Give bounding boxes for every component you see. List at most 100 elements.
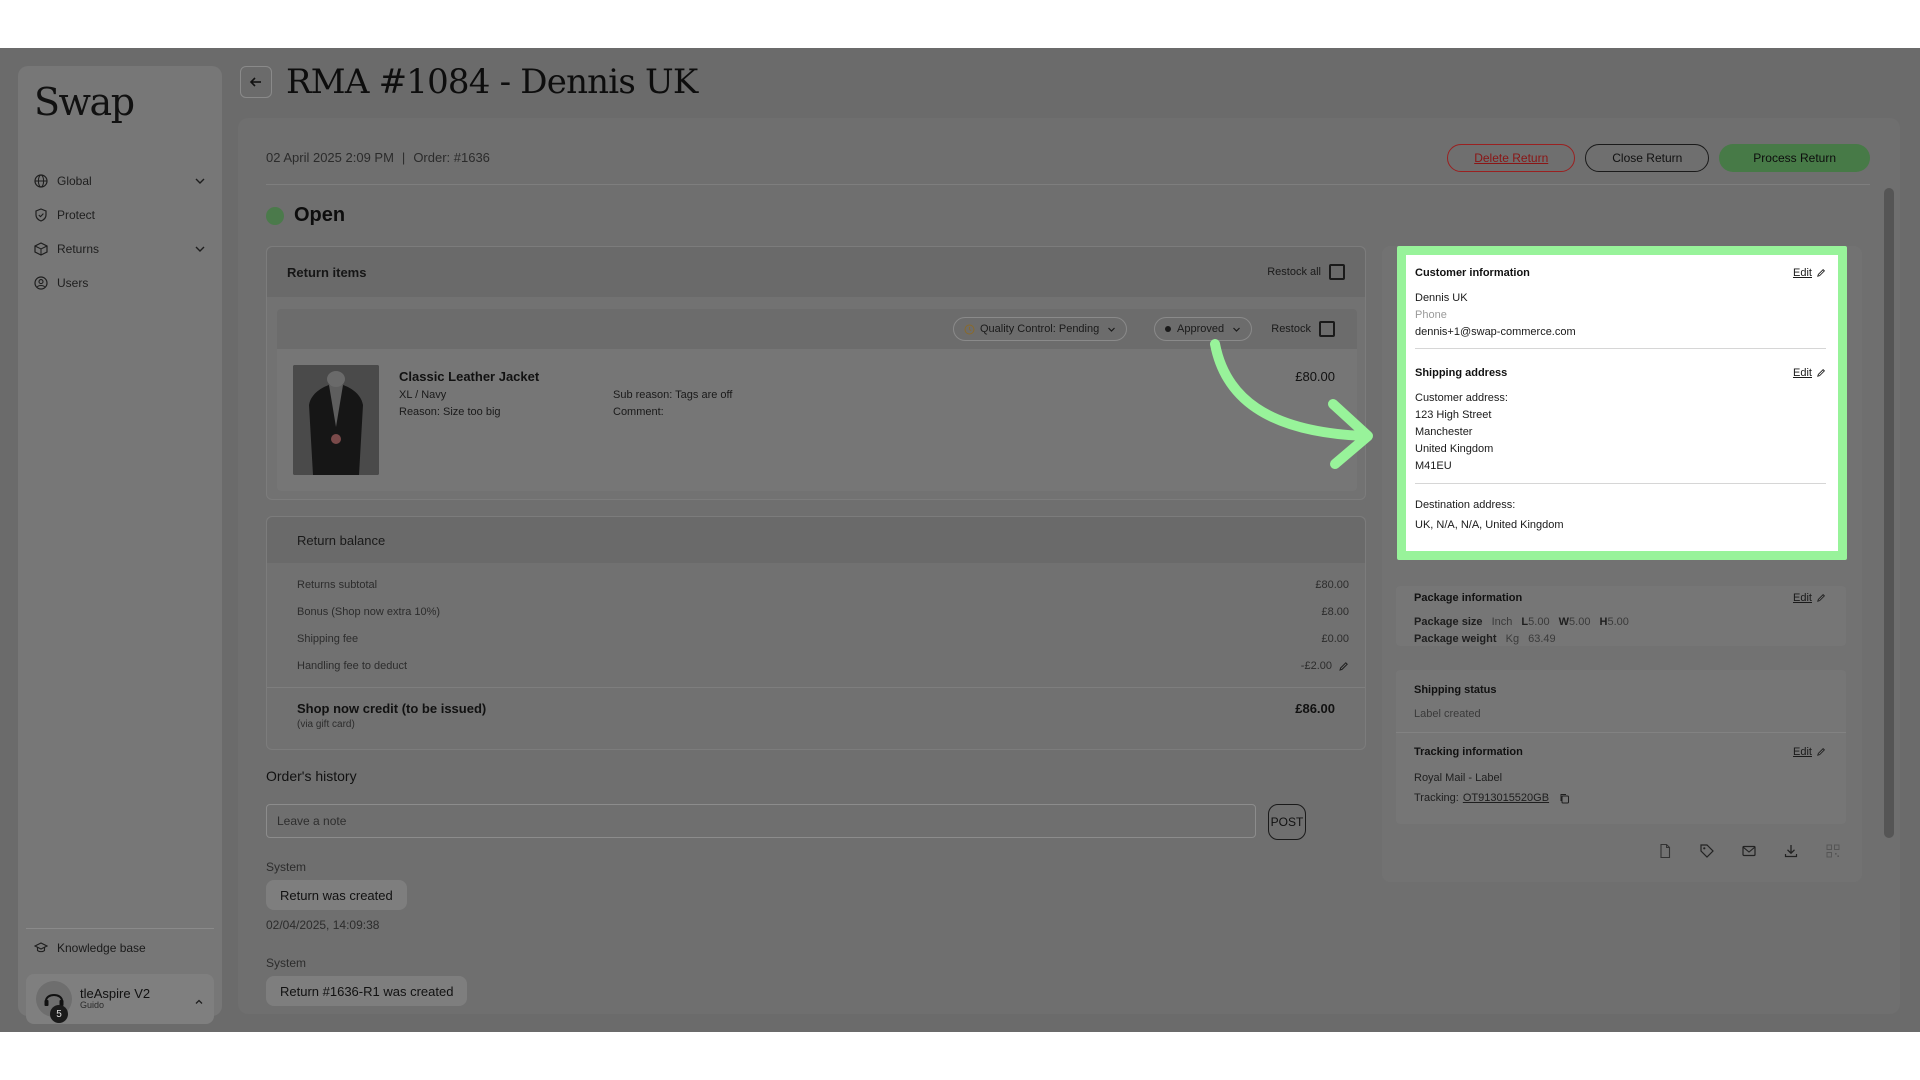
credit-total-sub: (via gift card) — [297, 719, 355, 730]
shipping-status-title: Shipping status — [1414, 684, 1497, 696]
edit-label: Edit — [1793, 746, 1812, 758]
copy-icon[interactable] — [1559, 793, 1570, 804]
pencil-icon — [1816, 268, 1826, 278]
edit-label: Edit — [1793, 592, 1812, 604]
document-toolbar — [1654, 840, 1844, 862]
scrollbar[interactable] — [1884, 188, 1894, 838]
product-variant: XL / Navy — [399, 389, 447, 401]
package-size-label: Package size — [1414, 616, 1483, 628]
status-indicator: Open — [266, 204, 345, 227]
customer-address-label: Customer address: — [1415, 392, 1508, 404]
document-icon[interactable] — [1654, 840, 1676, 862]
sidebar-item-protect[interactable]: Protect — [28, 198, 212, 232]
clock-icon — [964, 324, 975, 335]
credit-total-label: Shop now credit (to be issued) — [297, 701, 487, 716]
globe-icon — [34, 174, 48, 188]
sidebar-item-label: Users — [57, 276, 89, 290]
sidebar-item-global[interactable]: Global — [28, 164, 212, 198]
edit-package-button[interactable]: Edit — [1793, 592, 1826, 604]
customer-email[interactable]: dennis+1@swap-commerce.com — [1415, 326, 1576, 338]
customer-info-title: Customer information — [1415, 267, 1530, 279]
chevron-down-icon — [194, 243, 206, 255]
divider — [1415, 348, 1826, 349]
package-length: 5.00 — [1528, 616, 1550, 628]
customer-shipping-highlight: Customer information Edit Dennis UK Phon… — [1397, 246, 1847, 560]
pencil-icon — [1816, 747, 1826, 757]
address-line: United Kingdom — [1415, 443, 1494, 455]
shipping-status-card: Shipping status Label created Tracking i… — [1396, 670, 1846, 824]
history-author: System — [266, 956, 307, 970]
history-author: System — [266, 860, 307, 874]
brand-logo[interactable]: Swap — [34, 80, 135, 124]
user-circle-icon — [34, 276, 48, 290]
note-input[interactable]: Leave a note — [266, 804, 1256, 838]
action-bar: Delete Return Close Return Process Retur… — [1447, 144, 1870, 172]
delete-return-button[interactable]: Delete Return — [1447, 144, 1576, 172]
package-weight-label: Package weight — [1414, 633, 1497, 645]
shipping-address-title: Shipping address — [1415, 367, 1508, 379]
balance-row: Handling fee to deduct -£2.00 — [297, 656, 1349, 676]
edit-tracking-button[interactable]: Edit — [1793, 746, 1826, 758]
qr-code-icon[interactable] — [1822, 840, 1844, 862]
order-number[interactable]: Order: #1636 — [413, 150, 490, 165]
download-icon[interactable] — [1780, 840, 1802, 862]
edit-shipping-button[interactable]: Edit — [1793, 367, 1826, 379]
customer-phone: Phone — [1415, 309, 1447, 321]
balance-label: Returns subtotal — [297, 579, 378, 591]
package-info-card: Package information Edit Package size In… — [1396, 586, 1846, 646]
tag-icon[interactable] — [1696, 840, 1718, 862]
sidebar-item-users[interactable]: Users — [28, 266, 212, 300]
sidebar: Swap Global Protect Returns Users Knowle… — [18, 66, 222, 1024]
sidebar-item-returns[interactable]: Returns — [28, 232, 212, 266]
mail-icon[interactable] — [1738, 840, 1760, 862]
close-return-button[interactable]: Close Return — [1585, 144, 1710, 172]
balance-label: Bonus (Shop now extra 10%) — [297, 606, 441, 618]
balance-value: -£2.00 — [1300, 660, 1332, 672]
account-user: Guido — [80, 1000, 105, 1011]
back-button[interactable] — [240, 66, 272, 98]
address-line: Manchester — [1415, 426, 1473, 438]
package-size-unit: Inch — [1491, 616, 1513, 628]
restock-all-checkbox[interactable] — [1329, 264, 1345, 280]
destination-address: UK, N/A, N/A, United Kingdom — [1415, 519, 1564, 531]
restock-label: Restock — [1271, 323, 1311, 335]
return-date: 02 April 2025 2:09 PM — [266, 150, 394, 165]
process-return-button[interactable]: Process Return — [1719, 144, 1870, 172]
package-info-title: Package information — [1414, 592, 1523, 604]
account-name: tleAspire V2 — [80, 985, 151, 1001]
quality-control-select[interactable]: Quality Control: Pending — [953, 317, 1128, 341]
balance-value: £0.00 — [1321, 633, 1349, 645]
knowledge-base-link[interactable]: Knowledge base — [26, 928, 214, 955]
edit-label: Edit — [1793, 267, 1812, 279]
status-dot — [266, 206, 284, 225]
item-restock-control[interactable]: Restock — [1271, 321, 1335, 337]
restock-all-control[interactable]: Restock all — [1267, 264, 1345, 280]
shipping-status-value: Label created — [1414, 708, 1481, 720]
customer-name: Dennis UK — [1415, 292, 1468, 304]
edit-customer-button[interactable]: Edit — [1793, 267, 1826, 279]
edit-label: Edit — [1793, 367, 1812, 379]
return-items-card: Return items Restock all Quality Control… — [266, 246, 1366, 500]
divider — [267, 687, 1365, 688]
annotation-arrow-icon — [1210, 339, 1373, 469]
history-entry: Return was created — [266, 880, 407, 910]
avatar: 5 — [36, 981, 72, 1023]
product-thumbnail[interactable] — [293, 365, 379, 475]
return-meta: 02 April 2025 2:09 PM | Order: #1636 — [266, 150, 490, 165]
tracking-number-link[interactable]: OT913015520GB — [1463, 792, 1549, 804]
sidebar-item-label: Protect — [57, 208, 96, 222]
divider — [1415, 483, 1826, 484]
meta-separator: | — [401, 150, 406, 165]
account-switcher[interactable]: 5 tleAspire V2 Guido — [26, 974, 214, 1024]
pencil-icon[interactable] — [1338, 661, 1349, 672]
return-balance-card: Return balance Returns subtotal £80.00 B… — [266, 516, 1366, 750]
return-reason: Reason: Size too big — [399, 406, 501, 418]
pencil-icon — [1816, 368, 1826, 378]
post-button[interactable]: POST — [1268, 804, 1306, 840]
shield-icon — [34, 208, 48, 222]
page-title: RMA #1084 - Dennis UK — [286, 62, 698, 102]
restock-checkbox[interactable] — [1319, 321, 1335, 337]
tracking-info-title: Tracking information — [1414, 746, 1523, 758]
knowledge-base-label: Knowledge base — [57, 941, 146, 955]
package-height: 5.00 — [1607, 616, 1629, 628]
